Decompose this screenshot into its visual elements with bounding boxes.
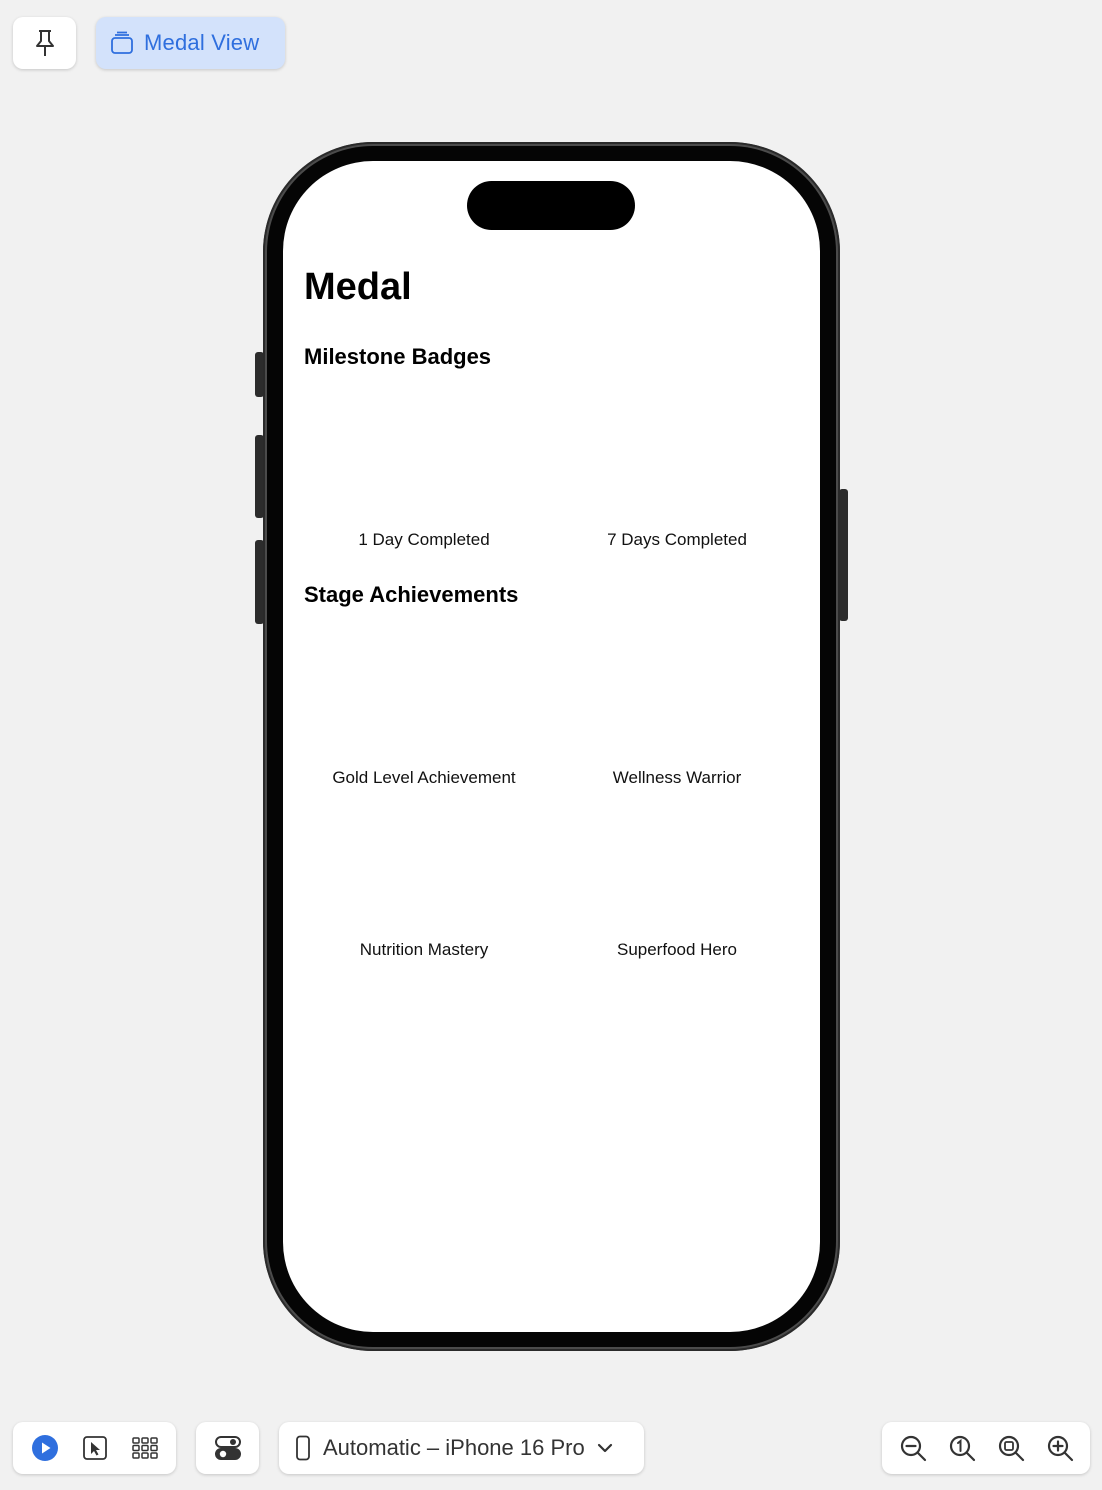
zoom-controls bbox=[882, 1422, 1090, 1474]
cursor-icon[interactable] bbox=[82, 1435, 108, 1461]
achievement-label: Nutrition Mastery bbox=[359, 940, 489, 959]
section-heading-milestone-badges: Milestone Badges bbox=[304, 344, 492, 369]
canvas-settings-button[interactable] bbox=[196, 1422, 259, 1474]
achievement-label: Wellness Warrior bbox=[612, 768, 742, 787]
dynamic-island bbox=[467, 181, 635, 230]
iphone-icon bbox=[295, 1435, 311, 1461]
tab-label: Medal View bbox=[144, 30, 260, 55]
badge-label: 1 Day Completed bbox=[358, 530, 490, 549]
grid-icon[interactable] bbox=[132, 1437, 158, 1459]
zoom-fit-icon[interactable] bbox=[997, 1434, 1025, 1462]
play-icon[interactable] bbox=[31, 1434, 59, 1462]
zoom-out-icon[interactable] bbox=[899, 1434, 927, 1462]
medal-view-tab[interactable]: Medal View bbox=[96, 17, 285, 69]
achievement-label: Gold Level Achievement bbox=[332, 768, 516, 787]
stack-icon bbox=[110, 31, 134, 55]
switches-icon bbox=[214, 1434, 242, 1462]
pin-icon bbox=[33, 28, 57, 58]
device-selector[interactable]: Automatic – iPhone 16 Pro bbox=[279, 1422, 644, 1474]
zoom-in-icon[interactable] bbox=[1046, 1434, 1074, 1462]
chevron-down-icon bbox=[597, 1442, 613, 1454]
badge-label: 7 Days Completed bbox=[607, 530, 747, 549]
phone-power-button bbox=[839, 489, 848, 621]
achievement-label: Superfood Hero bbox=[616, 940, 738, 959]
device-label: Automatic – iPhone 16 Pro bbox=[323, 1435, 585, 1460]
zoom-actual-icon[interactable] bbox=[948, 1434, 976, 1462]
section-heading-stage-achievements: Stage Achievements bbox=[304, 582, 519, 607]
pin-button[interactable] bbox=[13, 17, 76, 69]
page-title: Medal bbox=[304, 266, 412, 308]
preview-mode-group bbox=[13, 1422, 176, 1474]
phone-screen bbox=[283, 161, 820, 1332]
